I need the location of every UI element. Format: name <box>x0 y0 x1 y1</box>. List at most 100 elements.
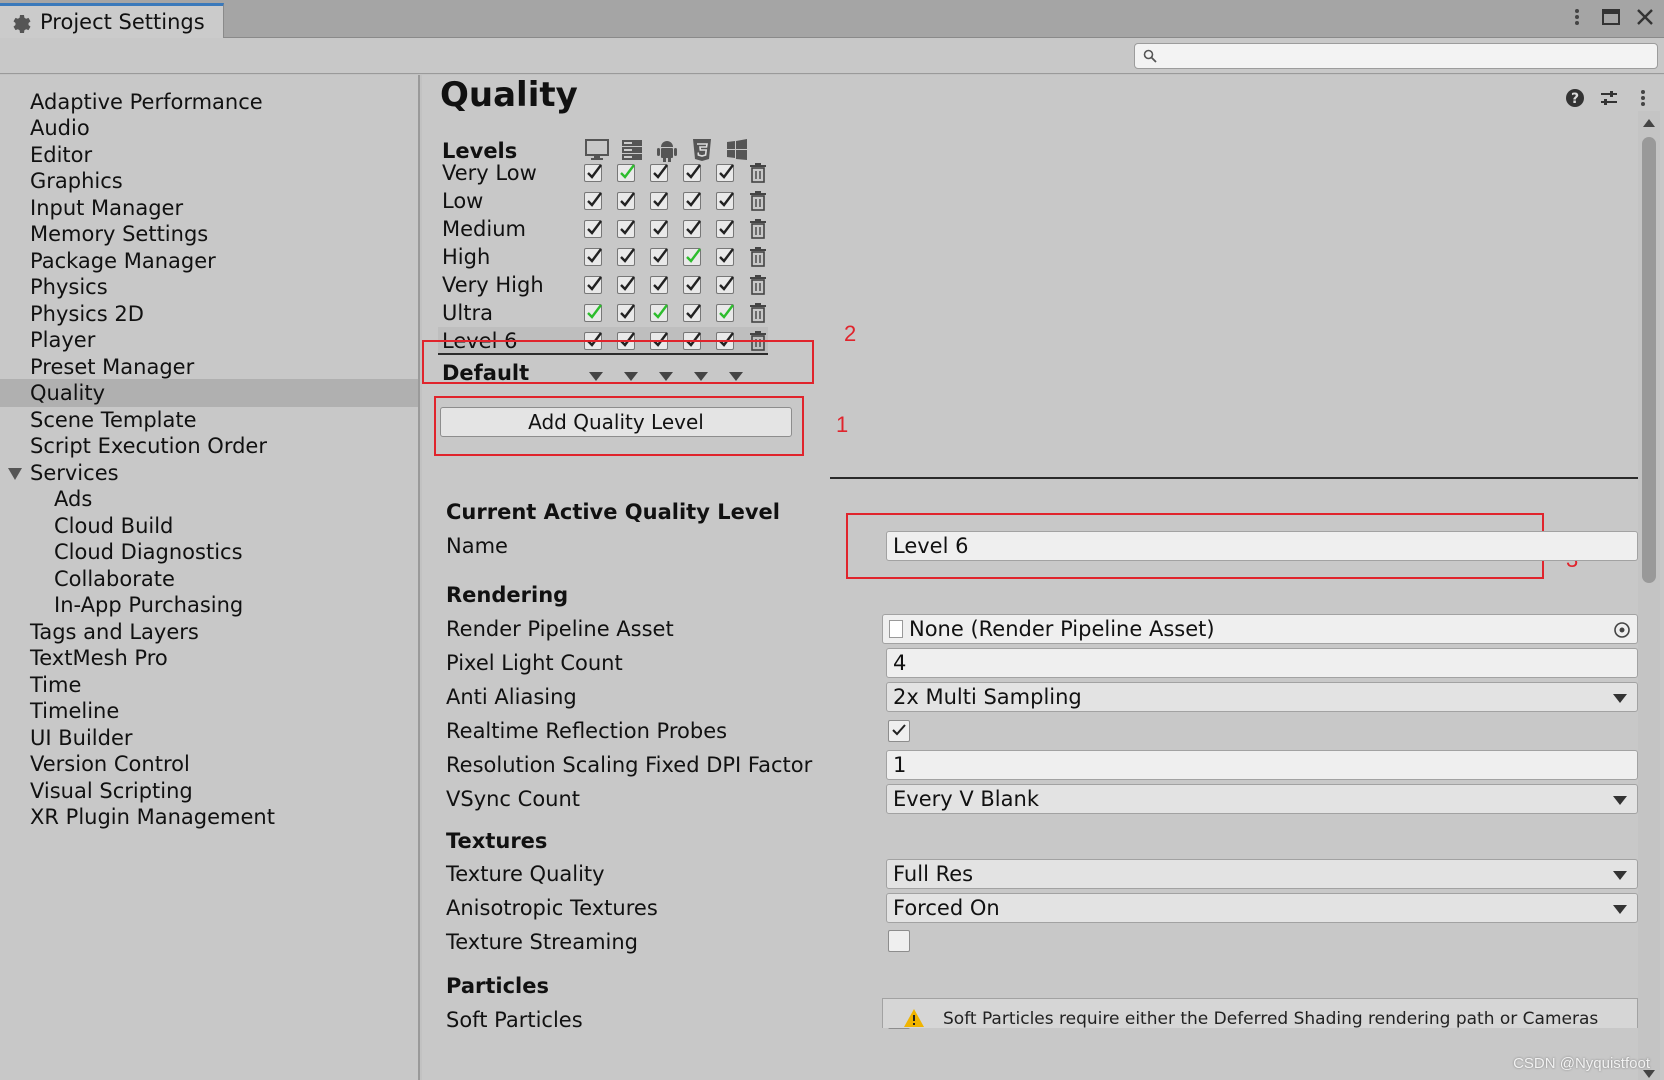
scroll-thumb[interactable] <box>1642 137 1656 583</box>
platform-level-checkbox[interactable] <box>683 304 701 322</box>
sidebar-item-physics-2d[interactable]: Physics 2D <box>0 300 418 328</box>
quality-level-row[interactable]: Medium <box>438 215 768 243</box>
platform-level-checkbox[interactable] <box>584 164 602 182</box>
quality-level-row[interactable]: Very High <box>438 271 768 299</box>
sidebar-item-tags-and-layers[interactable]: Tags and Layers <box>0 618 418 646</box>
trash-icon[interactable] <box>748 190 768 212</box>
sidebar-item-physics[interactable]: Physics <box>0 273 418 301</box>
sidebar-item-ads[interactable]: Ads <box>0 485 418 513</box>
platform-level-checkbox[interactable] <box>584 248 602 266</box>
platform-level-checkbox[interactable] <box>650 304 668 322</box>
trash-icon[interactable] <box>748 274 768 296</box>
checkmark-icon <box>587 304 602 319</box>
quality-level-row[interactable]: Low <box>438 187 768 215</box>
texture-streaming-checkbox[interactable] <box>888 930 910 952</box>
platform-level-checkbox[interactable] <box>683 192 701 210</box>
platform-level-checkbox[interactable] <box>716 276 734 294</box>
platform-level-checkbox[interactable] <box>617 220 635 238</box>
sidebar-item-version-control[interactable]: Version Control <box>0 750 418 778</box>
platform-level-checkbox[interactable] <box>716 192 734 210</box>
checkmark-icon <box>587 164 602 179</box>
sidebar-item-visual-scripting[interactable]: Visual Scripting <box>0 777 418 805</box>
kebab-menu-icon[interactable] <box>1632 87 1654 109</box>
platform-level-checkbox[interactable] <box>584 192 602 210</box>
quality-level-row[interactable]: Ultra <box>438 299 768 327</box>
platform-level-checkbox[interactable] <box>650 164 668 182</box>
sidebar-item-script-execution-order[interactable]: Script Execution Order <box>0 432 418 460</box>
trash-icon[interactable] <box>748 302 768 324</box>
sidebar-item-player[interactable]: Player <box>0 326 418 354</box>
sidebar-item-time[interactable]: Time <box>0 671 418 699</box>
platform-level-checkbox[interactable] <box>617 192 635 210</box>
platform-level-checkbox[interactable] <box>617 304 635 322</box>
platform-level-checkbox[interactable] <box>716 304 734 322</box>
sidebar-item-adaptive-performance[interactable]: Adaptive Performance <box>0 88 418 116</box>
sidebar-item-memory-settings[interactable]: Memory Settings <box>0 220 418 248</box>
platform-level-checkbox[interactable] <box>617 164 635 182</box>
quality-level-row[interactable]: High <box>438 243 768 271</box>
platform-level-checkbox[interactable] <box>617 276 635 294</box>
platform-level-checkbox[interactable] <box>716 164 734 182</box>
pixel-light-count-field[interactable]: 4 <box>886 648 1638 678</box>
platform-level-checkbox[interactable] <box>683 248 701 266</box>
platform-level-checkbox[interactable] <box>584 276 602 294</box>
scroll-up-icon[interactable] <box>1643 119 1655 127</box>
sidebar-item-scene-template[interactable]: Scene Template <box>0 406 418 434</box>
sidebar-item-package-manager[interactable]: Package Manager <box>0 247 418 275</box>
platform-level-checkbox[interactable] <box>650 192 668 210</box>
dropdown-arrow-icon <box>1613 796 1627 805</box>
sidebar-item-in-app-purchasing[interactable]: In-App Purchasing <box>0 591 418 619</box>
sidebar-item-textmesh-pro[interactable]: TextMesh Pro <box>0 644 418 672</box>
sidebar-item-collaborate[interactable]: Collaborate <box>0 565 418 593</box>
platform-level-checkbox[interactable] <box>683 164 701 182</box>
vsync-count-dropdown[interactable]: Every V Blank <box>886 784 1638 814</box>
close-icon[interactable] <box>1634 6 1656 28</box>
anisotropic-textures-dropdown[interactable]: Forced On <box>886 893 1638 923</box>
dpi-factor-field[interactable]: 1 <box>886 750 1638 780</box>
render-pipeline-field[interactable]: None (Render Pipeline Asset) <box>882 614 1638 644</box>
help-icon[interactable]: ? <box>1564 87 1586 109</box>
platform-level-checkbox[interactable] <box>650 220 668 238</box>
platform-level-checkbox[interactable] <box>683 276 701 294</box>
sidebar-item-cloud-diagnostics[interactable]: Cloud Diagnostics <box>0 538 418 566</box>
quality-level-row[interactable]: Very Low <box>438 159 768 187</box>
checkmark-icon <box>719 248 734 263</box>
sidebar-item-xr-plugin-management[interactable]: XR Plugin Management <box>0 803 418 831</box>
sidebar-item-ui-builder[interactable]: UI Builder <box>0 724 418 752</box>
trash-icon[interactable] <box>748 162 768 184</box>
trash-icon[interactable] <box>748 218 768 240</box>
realtime-reflection-probes-checkbox[interactable] <box>888 720 910 742</box>
sidebar-item-quality[interactable]: Quality <box>0 379 418 407</box>
sidebar-item-input-manager[interactable]: Input Manager <box>0 194 418 222</box>
vertical-scrollbar[interactable] <box>1638 111 1660 1080</box>
trash-icon[interactable] <box>748 246 768 268</box>
gear-icon <box>13 15 31 33</box>
platform-level-checkbox[interactable] <box>716 248 734 266</box>
sidebar-item-audio[interactable]: Audio <box>0 114 418 142</box>
platform-level-checkbox[interactable] <box>650 276 668 294</box>
dropdown-arrow-icon <box>1613 694 1627 703</box>
texture-quality-dropdown[interactable]: Full Res <box>886 859 1638 889</box>
sidebar-item-editor[interactable]: Editor <box>0 141 418 169</box>
object-picker-icon[interactable] <box>1613 621 1631 639</box>
chevron-down-icon[interactable] <box>8 468 22 480</box>
platform-level-checkbox[interactable] <box>584 304 602 322</box>
sidebar-item-preset-manager[interactable]: Preset Manager <box>0 353 418 381</box>
anti-aliasing-dropdown[interactable]: 2x Multi Sampling <box>886 682 1638 712</box>
platform-level-checkbox[interactable] <box>617 248 635 266</box>
platform-level-checkbox[interactable] <box>584 220 602 238</box>
search-field[interactable] <box>1134 43 1658 69</box>
more-options-icon[interactable] <box>1566 6 1588 28</box>
platform-level-checkbox[interactable] <box>650 248 668 266</box>
sidebar-item-graphics[interactable]: Graphics <box>0 167 418 195</box>
sidebar-item-services[interactable]: Services <box>0 459 418 487</box>
preset-icon[interactable] <box>1598 87 1620 109</box>
sidebar-item-cloud-build[interactable]: Cloud Build <box>0 512 418 540</box>
platform-level-checkbox[interactable] <box>716 220 734 238</box>
maximize-icon[interactable] <box>1600 6 1622 28</box>
tab-project-settings[interactable]: Project Settings <box>0 3 224 38</box>
sidebar-item-timeline[interactable]: Timeline <box>0 697 418 725</box>
search-input[interactable] <box>1163 46 1643 66</box>
name-field[interactable]: Level 6 <box>886 531 1638 561</box>
platform-level-checkbox[interactable] <box>683 220 701 238</box>
